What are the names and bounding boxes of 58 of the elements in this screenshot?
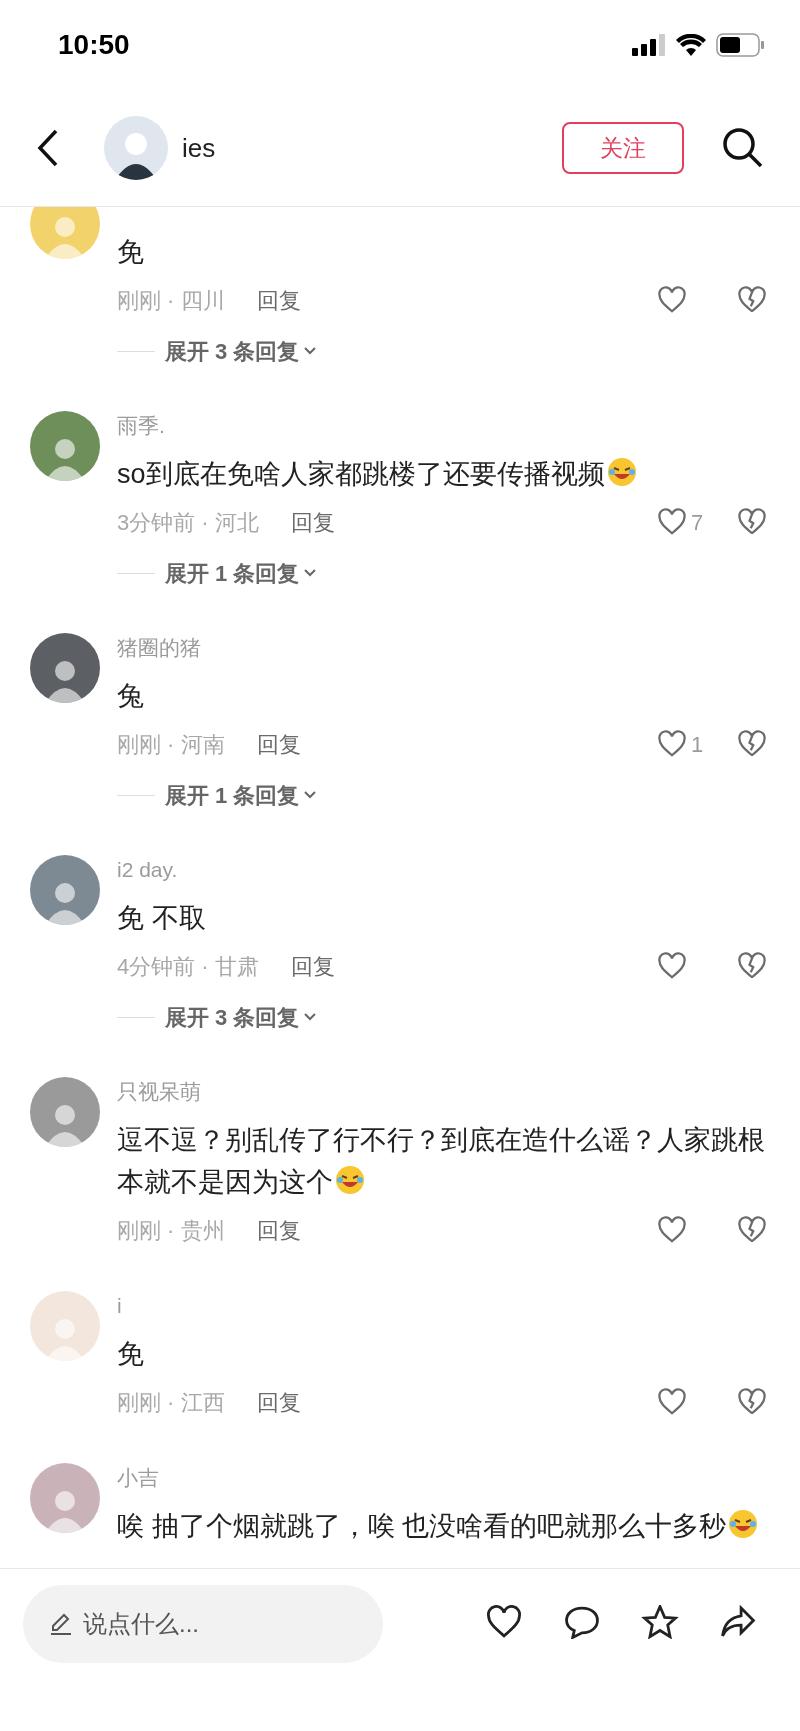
expand-replies-button[interactable]: 展开 3 条回复 <box>165 334 318 368</box>
user-name[interactable]: 小吉 <box>117 1463 159 1493</box>
broken-heart-icon[interactable] <box>737 1216 767 1244</box>
comment-text: 免 不取 <box>117 902 207 935</box>
reply-button[interactable]: 回复 <box>256 727 301 761</box>
user-name[interactable]: ies <box>182 128 216 168</box>
user-name[interactable]: 雨季. <box>117 411 165 441</box>
like-count: 1 <box>691 730 704 759</box>
reply-button[interactable]: 回复 <box>256 1213 301 1247</box>
status-time: 10:50 <box>58 28 130 62</box>
broken-heart-icon[interactable] <box>737 1388 767 1416</box>
comment-text: 逗不逗？别乱传了行不行？到底在造什么谣？人家跳根本就不是因为这个 <box>117 1124 766 1199</box>
search-icon[interactable] <box>722 127 764 169</box>
laughing-emoji-icon <box>728 1509 758 1539</box>
expand-replies-button[interactable]: 展开 1 条回复 <box>165 556 318 590</box>
expand-replies-button[interactable]: 展开 3 条回复 <box>165 1000 318 1034</box>
chevron-down-icon <box>303 346 318 356</box>
comment-text: 免 <box>117 236 145 269</box>
comment-input-field[interactable]: 说点什么... <box>23 1585 383 1663</box>
comment-meta: 刚刚 · 河南 <box>117 730 225 759</box>
expand-replies-button[interactable]: 展开 1 条回复 <box>165 778 318 812</box>
wifi-icon <box>676 34 706 56</box>
chevron-down-icon <box>303 790 318 800</box>
comment-meta: 4分钟前 · 甘肃 <box>117 952 259 981</box>
battery-icon <box>716 33 764 57</box>
broken-heart-icon[interactable] <box>737 730 767 758</box>
broken-heart-icon[interactable] <box>737 952 767 980</box>
reply-button[interactable]: 回复 <box>256 1385 301 1419</box>
comment-text: 兔 <box>117 680 145 713</box>
user-name[interactable]: i <box>117 1291 122 1321</box>
broken-heart-icon[interactable] <box>737 286 767 314</box>
like-count: 7 <box>691 508 704 537</box>
share-icon[interactable] <box>719 1605 757 1639</box>
comment-text: so到底在免啥人家都跳楼了还要传播视频 <box>117 453 767 495</box>
reply-button[interactable]: 回复 <box>290 505 335 539</box>
star-icon[interactable] <box>641 1605 679 1639</box>
comment-text: 唉 抽了个烟就跳了，唉 也没啥看的吧就那么十多秒 <box>117 1505 767 1547</box>
back-icon[interactable] <box>36 128 60 168</box>
user-name[interactable]: 只视呆萌 <box>117 1077 201 1107</box>
like-icon[interactable] <box>485 1605 523 1639</box>
comment-meta: 刚刚 · 江西 <box>117 1388 225 1417</box>
laughing-emoji-icon <box>335 1165 365 1195</box>
chevron-down-icon <box>303 568 318 578</box>
user-name[interactable]: 猪圈的猪 <box>117 633 201 663</box>
signal-icon <box>632 34 666 56</box>
follow-button[interactable]: 关注 <box>562 122 684 174</box>
comment-text: 免 <box>117 1338 145 1371</box>
laughing-emoji-icon <box>606 457 637 487</box>
comment-meta: 刚刚 · 四川 <box>117 286 225 315</box>
comment-icon[interactable] <box>563 1605 601 1639</box>
reply-button[interactable]: 回复 <box>290 949 335 983</box>
chevron-down-icon <box>303 1012 318 1022</box>
reply-button[interactable]: 回复 <box>256 283 301 317</box>
user-name[interactable]: i2 day. <box>117 855 178 885</box>
broken-heart-icon[interactable] <box>737 508 767 536</box>
comment-meta: 刚刚 · 贵州 <box>117 1216 225 1245</box>
comment-meta: 3分钟前 · 河北 <box>117 508 259 537</box>
pencil-icon <box>49 1612 73 1636</box>
